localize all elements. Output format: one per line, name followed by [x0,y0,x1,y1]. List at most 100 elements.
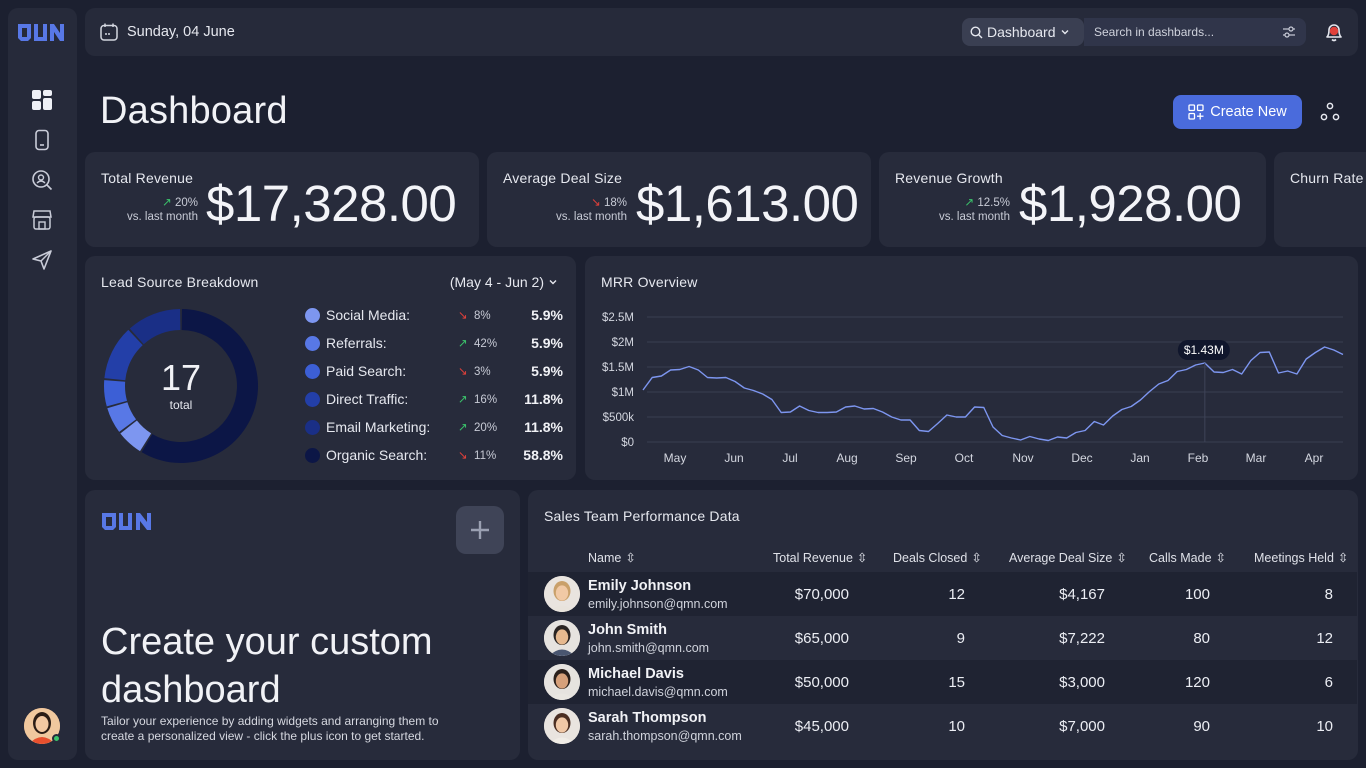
x-tick-label: Jan [1130,451,1149,465]
kpi-value: $1,928.00 [1019,175,1242,232]
table-row[interactable]: Emily Johnson emily.johnson@qmn.com $70,00… [528,572,1357,616]
kpi-total-revenue: Total Revenue ↗ 20% vs. last month $17,3… [85,152,479,247]
arrow-down-icon: ↘ [458,366,468,378]
x-tick-label: Feb [1188,451,1209,465]
kpi-change: ↗ 20% [162,197,198,209]
y-tick-label: $500k [603,412,635,424]
column-header-name[interactable]: Name ⇳ [588,550,636,566]
share-options-icon[interactable] [1318,100,1342,124]
row-name: John Smith [588,622,667,638]
kpi-label: Total Revenue [101,170,194,186]
donut-center: 17 total [103,308,259,464]
lead-source-card: Lead Source Breakdown (May 4 - Jun 2) 17… [85,256,576,480]
arrow-down-icon: ↘ [458,450,468,462]
avatar [544,664,580,700]
table-row[interactable]: Michael Davis michael.davis@qmn.com $50,00… [528,660,1357,704]
row-meetings-held: 10 [1316,718,1333,735]
y-tick-label: $2M [612,337,634,349]
column-header-calls-made[interactable]: Calls Made ⇳ [1149,550,1227,566]
mobile-icon[interactable] [30,128,54,152]
arrow-up-icon: ↗ [162,197,172,209]
mrr-series-line [642,346,1344,442]
column-header-deals-closed[interactable]: Deals Closed ⇳ [893,550,982,566]
legend-name: Organic Search: [326,447,428,463]
row-meetings-held: 8 [1324,586,1333,603]
qmn-logo [102,513,151,530]
create-new-label: Create New [1210,104,1287,120]
sort-icon: ⇳ [1337,551,1349,565]
sort-icon: ⇳ [1116,551,1127,565]
date-range-select[interactable]: (May 4 - Jun 2) [450,274,558,290]
sidebar [8,8,77,760]
y-tick-label: $1.5M [602,362,634,374]
sort-icon: ⇳ [1215,551,1227,565]
kpi-change: ↘ 18% [591,197,627,209]
legend-item: Email Marketing: ↗ 20% 11.8% [305,416,563,438]
qmn-logo[interactable] [16,20,68,48]
row-name: Emily Johnson [588,578,692,594]
dashboard-select-label: Dashboard [987,24,1056,40]
user-search-icon[interactable] [30,168,54,192]
kpi-churn-rate: Churn Rate [1274,152,1366,247]
date-display: Sunday, 04 June [99,22,235,42]
kpi-compare: vs. last month [556,211,627,223]
plus-icon [471,521,489,539]
highlight-label: $1.43M [1184,343,1224,357]
notification-bell-icon[interactable] [1322,20,1346,44]
legend-change: ↗ 16% [458,394,498,406]
sort-icon: ⇳ [856,551,868,565]
x-tick-label: Mar [1246,451,1267,465]
avatar [544,620,580,656]
legend-swatch [305,447,320,463]
table-row[interactable]: John Smith john.smith@qmn.com $65,000 9 $7,2… [528,616,1357,660]
lead-source-title: Lead Source Breakdown [101,274,259,290]
row-calls-made: 80 [1193,630,1210,647]
column-header-average-deal-size[interactable]: Average Deal Size ⇳ [1009,550,1127,566]
row-email: michael.davis@qmn.com [588,685,728,699]
row-average-deal-size: $7,000 [1059,718,1105,735]
grid-icon[interactable] [30,88,54,112]
promo-text: Tailor your experience by adding widgets… [101,714,439,743]
store-icon[interactable] [30,208,54,232]
row-calls-made: 100 [1184,586,1210,603]
column-header-meetings-held[interactable]: Meetings Held ⇳ [1254,550,1349,566]
row-total-revenue: $45,000 [794,718,849,735]
legend-item: Paid Search: ↘ 3% 5.9% [305,360,563,382]
legend-share: 11.8% [524,419,563,435]
row-deals-closed: 12 [948,586,965,603]
y-tick-label: $1M [612,387,634,399]
x-tick-label: Sep [895,451,917,465]
custom-dashboard-card: Create your custom dashboard Tailor your… [85,490,520,760]
table-row[interactable]: Sarah Thompson sarah.thompson@qmn.com $45,… [528,704,1357,748]
add-widget-button[interactable] [456,506,504,554]
x-tick-label: Apr [1305,451,1324,465]
mrr-card: MRR Overview $0 $500k $1M $1.5M $2M $2.5M May J… [585,256,1358,480]
column-header-total-revenue[interactable]: Total Revenue ⇳ [773,550,868,566]
send-icon[interactable] [30,248,54,272]
y-tick-label: $2.5M [602,312,634,324]
kpi-average-deal-size: Average Deal Size ↘ 18% vs. last month $… [487,152,871,247]
date-range-label: (May 4 - Jun 2) [449,274,544,290]
page-title: Dashboard [100,90,288,132]
filter-icon[interactable] [1282,25,1296,39]
row-average-deal-size: $3,000 [1059,674,1105,691]
row-email: emily.johnson@qmn.com [588,597,728,611]
legend-item: Direct Traffic: ↗ 16% 11.8% [305,388,563,410]
arrow-down-icon: ↘ [591,197,601,209]
kpi-label: Churn Rate [1290,170,1364,186]
legend-name: Referrals: [326,335,387,351]
kpi-compare: vs. last month [939,211,1010,223]
dashboard-select[interactable]: Dashboard [962,18,1084,46]
search-input[interactable] [1094,25,1274,39]
sales-table-card: Sales Team Performance Data Name ⇳ Total … [528,490,1358,760]
row-average-deal-size: $7,222 [1059,630,1105,647]
x-tick-label: Jun [724,451,743,465]
kpi-label: Revenue Growth [895,170,1003,186]
legend-item: Social Media: ↘ 8% 5.9% [305,304,563,326]
create-new-button[interactable]: Create New [1173,95,1302,129]
mrr-line-chart: $0 $500k $1M $1.5M $2M $2.5M May Jun Jul Aug Sep Oc… [602,312,1344,465]
row-name: Sarah Thompson [588,710,707,726]
sort-icon: ⇳ [625,551,636,565]
row-meetings-held: 12 [1316,630,1333,647]
row-total-revenue: $70,000 [794,586,849,603]
